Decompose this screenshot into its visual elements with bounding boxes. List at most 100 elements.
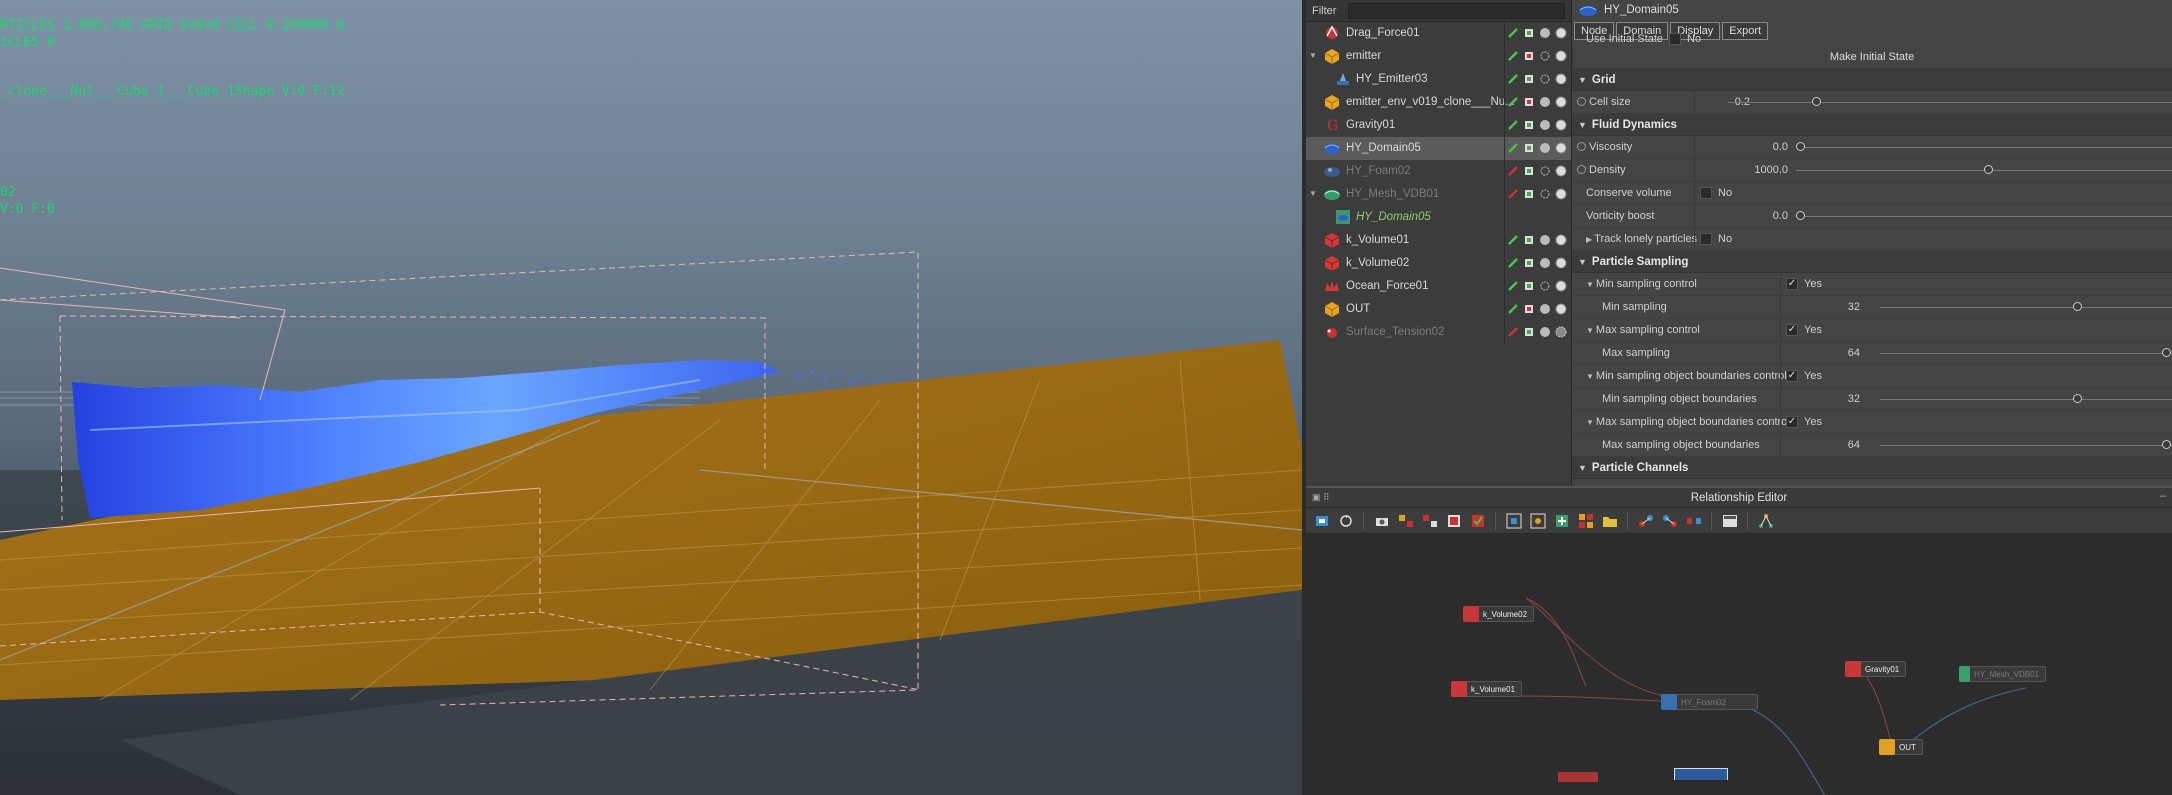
cache-icon[interactable] [1522, 233, 1536, 247]
layout-2-icon[interactable] [1420, 511, 1439, 530]
section-fluid-dynamics[interactable]: ▼ Fluid Dynamics [1572, 114, 2172, 136]
camera-icon[interactable] [1372, 511, 1391, 530]
graph-node-hy-mesh[interactable]: HY_Mesh_VDB01 [1959, 666, 2046, 682]
max-obj-slider[interactable] [1880, 445, 2172, 446]
display-icon[interactable] [1554, 26, 1568, 40]
max-obj-control-wrap[interactable]: ▼ Max sampling object boundaries control [1586, 416, 1790, 428]
grid-nodes-icon[interactable] [1576, 511, 1595, 530]
cell-size-slider-knob[interactable] [1812, 97, 1822, 106]
viscosity-slider-knob[interactable] [1796, 142, 1805, 151]
check-icon[interactable] [1468, 511, 1487, 530]
max-sampling-slider-knob[interactable] [2162, 348, 2171, 357]
max-sampling-control-wrap[interactable]: ▼ Max sampling control [1586, 324, 1700, 336]
section-grid[interactable]: ▼ Grid [1572, 69, 2172, 91]
enabled-icon[interactable] [1506, 26, 1520, 40]
outliner-item-hy-foam[interactable]: HY_Foam02 [1306, 160, 1571, 183]
graph-node-k-volume01[interactable]: k_Volume01 [1451, 681, 1523, 697]
cache-icon[interactable] [1522, 302, 1536, 316]
display-icon[interactable] [1554, 187, 1568, 201]
display-icon[interactable] [1554, 256, 1568, 270]
expand-arrow-icon[interactable]: ▼ [1309, 52, 1317, 60]
add-node-icon[interactable] [1552, 511, 1571, 530]
visibility-icon[interactable] [1538, 118, 1552, 132]
visibility-icon[interactable] [1538, 256, 1552, 270]
max-obj-control-checkbox[interactable]: ✓ [1786, 416, 1798, 428]
cache-icon[interactable] [1522, 256, 1536, 270]
use-initial-state-checkbox[interactable] [1669, 33, 1681, 45]
min-obj-control-wrap[interactable]: ▼ Min sampling object boundaries control [1586, 370, 1787, 382]
enabled-icon[interactable] [1506, 187, 1520, 201]
outliner-item-ocean-force[interactable]: Ocean_Force01 [1306, 275, 1571, 298]
visibility-icon[interactable] [1538, 187, 1552, 201]
display-icon[interactable] [1554, 279, 1568, 293]
enabled-icon[interactable] [1506, 95, 1520, 109]
display-icon[interactable] [1554, 95, 1568, 109]
viscosity-value[interactable]: 0.0 [1694, 141, 1788, 153]
cache-icon[interactable] [1522, 325, 1536, 339]
keyframe-radio[interactable] [1577, 97, 1586, 106]
display-icon[interactable] [1554, 141, 1568, 155]
outliner-item-gravity[interactable]: G Gravity01 [1306, 114, 1571, 137]
graph-node-gravity[interactable]: Gravity01 [1845, 661, 1907, 677]
visibility-icon[interactable] [1538, 72, 1552, 86]
track-lonely-label-wrap[interactable]: ▶ Track lonely particles [1586, 233, 1697, 245]
conserve-volume-checkbox[interactable] [1700, 187, 1712, 199]
outliner-item-hy-emitter[interactable]: HY_Emitter03 [1306, 68, 1571, 91]
outliner-item-k-volume01[interactable]: k_Volume01 [1306, 229, 1571, 252]
cache-icon[interactable] [1522, 49, 1536, 63]
graph-node-partial-red[interactable] [1558, 772, 1598, 782]
min-obj-slider[interactable] [1880, 399, 2172, 400]
visibility-icon[interactable] [1538, 279, 1552, 293]
enabled-icon[interactable] [1506, 256, 1520, 270]
cache-icon[interactable] [1522, 118, 1536, 132]
layout-icon[interactable] [1396, 511, 1415, 530]
max-sampling-slider[interactable] [1880, 353, 2172, 354]
viewport-3d[interactable]: RTICLES 1,666,745 GRID 0x0x0 CELL 0.2000… [0, 0, 1302, 795]
vorticity-boost-slider-knob[interactable] [1796, 211, 1805, 220]
min-sampling-slider-knob[interactable] [2072, 302, 2082, 311]
keyframe-radio[interactable] [1577, 165, 1586, 174]
display-icon[interactable] [1554, 325, 1568, 339]
cache-icon[interactable] [1522, 141, 1536, 155]
cell-size-slider[interactable] [1728, 102, 2172, 103]
cache-icon[interactable] [1522, 187, 1536, 201]
frame-all-icon[interactable] [1504, 511, 1523, 530]
enabled-icon[interactable] [1506, 279, 1520, 293]
enabled-icon[interactable] [1506, 164, 1520, 178]
visibility-icon[interactable] [1538, 302, 1552, 316]
display-icon[interactable] [1554, 72, 1568, 86]
connect-icon[interactable] [1636, 511, 1655, 530]
enabled-icon[interactable] [1506, 49, 1520, 63]
enabled-icon[interactable] [1506, 72, 1520, 86]
max-obj-slider-knob[interactable] [2162, 440, 2171, 449]
viscosity-slider[interactable] [1796, 147, 2172, 148]
visibility-icon[interactable] [1538, 325, 1552, 339]
visibility-icon[interactable] [1538, 95, 1552, 109]
outliner-item-hy-domain[interactable]: HY_Domain05 [1306, 137, 1571, 160]
min-sampling-value[interactable]: 32 [1780, 301, 1860, 313]
outliner-item-hy-mesh[interactable]: ▼ HY_Mesh_VDB01 [1306, 183, 1571, 206]
visibility-icon[interactable] [1538, 233, 1552, 247]
graph-icon[interactable] [1312, 511, 1331, 530]
make-initial-state-button[interactable]: Make Initial State [1580, 48, 2164, 66]
folder-icon[interactable] [1600, 511, 1619, 530]
visibility-icon[interactable] [1538, 26, 1552, 40]
table-icon[interactable] [1720, 511, 1739, 530]
display-icon[interactable] [1554, 233, 1568, 247]
minimize-icon[interactable]: – [2160, 490, 2166, 502]
layout-3-icon[interactable] [1444, 511, 1463, 530]
visibility-icon[interactable] [1538, 164, 1552, 178]
min-obj-slider-knob[interactable] [2072, 394, 2082, 403]
vorticity-boost-value[interactable]: 0.0 [1694, 210, 1788, 222]
outliner-item-emitter[interactable]: ▼ emitter [1306, 45, 1571, 68]
cache-icon[interactable] [1522, 72, 1536, 86]
outliner-item-emitter-env[interactable]: emitter_env_v019_clone___Nu... [1306, 91, 1571, 114]
cache-icon[interactable] [1522, 164, 1536, 178]
display-icon[interactable] [1554, 164, 1568, 178]
density-value[interactable]: 1000.0 [1694, 164, 1788, 176]
display-icon[interactable] [1554, 302, 1568, 316]
graph-node-partial[interactable] [1674, 768, 1728, 780]
cache-icon[interactable] [1522, 279, 1536, 293]
enabled-icon[interactable] [1506, 141, 1520, 155]
min-obj-value[interactable]: 32 [1780, 393, 1860, 405]
